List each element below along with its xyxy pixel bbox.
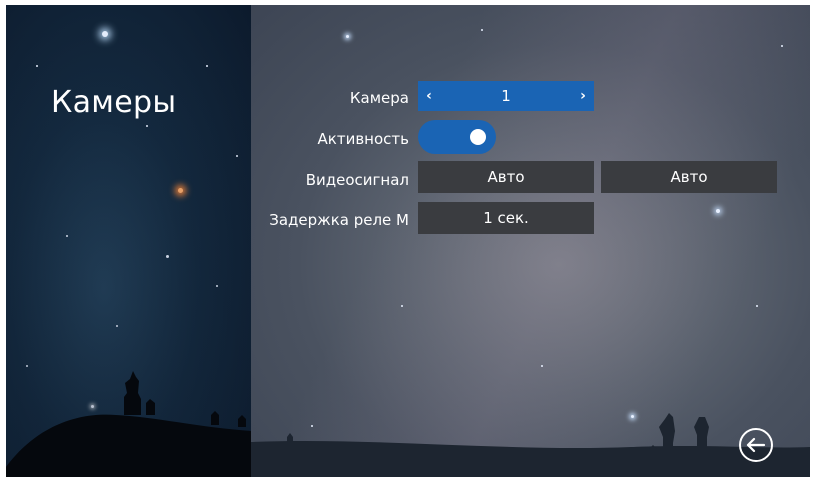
star xyxy=(146,125,148,127)
star xyxy=(756,305,758,307)
chevron-left-icon[interactable]: ‹ xyxy=(418,81,440,111)
left-background-panel xyxy=(6,5,251,477)
back-button[interactable] xyxy=(739,428,773,462)
star xyxy=(481,29,483,31)
star xyxy=(166,255,169,258)
star xyxy=(346,35,349,38)
bright-star xyxy=(102,31,108,37)
back-arrow-icon xyxy=(746,437,766,453)
orange-star xyxy=(178,188,183,193)
star xyxy=(236,155,238,157)
star xyxy=(216,285,218,287)
video-signal-select-1[interactable]: Авто xyxy=(418,161,594,193)
camera-value: 1 xyxy=(501,87,511,105)
toggle-knob xyxy=(470,129,486,145)
activity-label: Активность xyxy=(317,130,409,148)
video-signal-select-2[interactable]: Авто xyxy=(601,161,777,193)
star xyxy=(781,45,783,47)
star xyxy=(116,325,118,327)
camera-label: Камера xyxy=(349,89,409,107)
video-signal-label: Видеосигнал xyxy=(305,171,409,189)
star xyxy=(541,365,543,367)
screen: Камеры Камера ‹ 1 › Активность Видеосигн… xyxy=(6,5,810,477)
star xyxy=(36,65,38,67)
right-background-panel xyxy=(251,5,810,477)
star xyxy=(206,65,208,67)
relay-delay-select[interactable]: 1 сек. xyxy=(418,202,594,234)
star xyxy=(716,209,720,213)
ground-silhouette xyxy=(251,413,810,477)
relay-delay-label: Задержка реле М xyxy=(269,211,409,229)
chevron-right-icon[interactable]: › xyxy=(572,81,594,111)
star xyxy=(66,235,68,237)
page-title: Камеры xyxy=(51,85,177,120)
activity-toggle[interactable] xyxy=(418,120,496,154)
hill-silhouette xyxy=(6,371,251,477)
camera-selector[interactable]: ‹ 1 › xyxy=(418,81,594,111)
star xyxy=(401,305,403,307)
